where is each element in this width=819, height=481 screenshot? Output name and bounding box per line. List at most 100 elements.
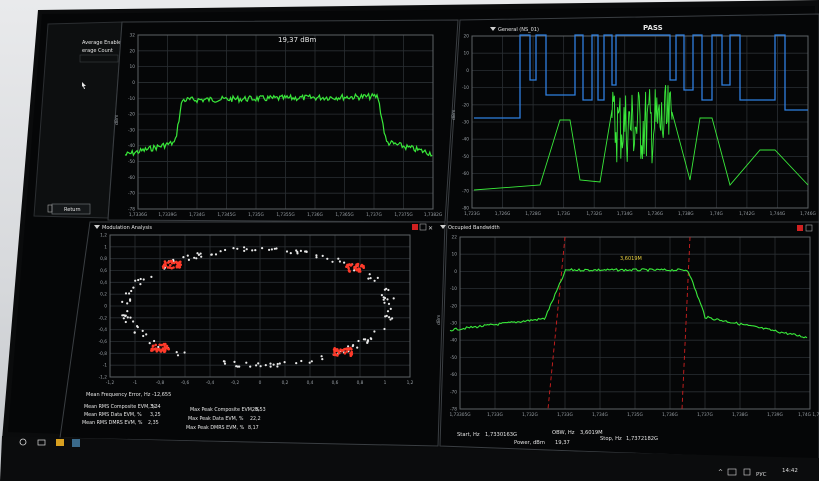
constellation-point [345,350,349,353]
constellation-point [321,358,324,361]
power-value: 19,37 [555,440,570,446]
constellation-point [347,345,350,348]
x-tick-label: 1,7339G [158,212,176,218]
x-tick-label: -1 [133,380,138,386]
constellation-point [162,266,165,270]
modulation-panel: Modulation Analysis ✕ 1,2 1 0,8 0,6 0,4 0,2 0 -… [59,221,446,447]
y-tick-label: -50 [128,159,135,165]
constellation-point [133,331,136,334]
constellation-point [349,346,352,350]
stat-label: Mean RMS Composite EVM, % [84,404,156,410]
constellation-point [236,365,239,368]
constellation-point [129,316,132,319]
x-tick-label: 1,746G [800,211,816,217]
stop-value: 1,7372182G [626,436,658,442]
constellation-point [124,292,128,295]
record-icon[interactable] [797,225,803,231]
constellation-point [157,345,160,349]
constellation-point [285,250,289,253]
stat-value: 22,2 [250,416,261,422]
y-tick-label: -20 [128,112,135,118]
constellation-point [383,288,386,291]
constellation-point [300,359,303,363]
constellation-point [245,248,248,251]
constellation-point [272,363,275,366]
constellation-point [388,316,391,319]
constellation-point [251,249,254,252]
constellation-point [364,338,367,341]
constellation-point [164,262,167,266]
constellation-point [338,260,341,263]
stat-label: Max Peak Data EVM, % [188,416,244,422]
constellation-point [332,353,336,357]
constellation-point [366,341,369,344]
y-tick-label: -70 [128,191,135,197]
y-tick-label: -80 [462,206,469,212]
constellation-point [128,292,131,295]
constellation-point [310,360,313,363]
constellation-point [269,362,272,365]
constellation-point [383,296,387,300]
constellation-point [268,248,271,251]
x-tick-label: -0,2 [231,380,240,386]
x-tick-label: -0,4 [206,380,215,386]
constellation-point [137,278,140,282]
constellation-point [214,253,218,256]
x-tick-label: 1,726G [495,211,511,217]
constellation-point [150,349,153,352]
constellation-point [357,339,360,343]
constellation-point [175,351,178,354]
x-tick-label: 1,73G [557,211,570,217]
constellation-point [320,355,323,358]
chevron-up-icon[interactable]: ^ [718,469,723,476]
constellation-point [132,320,135,323]
constellation-point [243,249,246,252]
start-value: 1,7330163G [485,432,517,438]
clock[interactable]: 14:42 [782,468,798,474]
y-tick-label: -40 [128,143,135,149]
constellation-point [391,317,394,320]
x-tick-label: 1,736G [647,211,663,217]
constellation-point [350,353,353,357]
constellation-point [139,277,142,281]
y-tick-label: -50 [450,355,457,361]
constellation-point [145,333,148,336]
x-tick-label: 1,74G [710,211,723,217]
y-tick-label: 0 [454,269,457,275]
constellation-point [387,302,391,305]
constellation-point [186,254,189,257]
language-indicator[interactable]: РУС [756,472,767,478]
close-icon[interactable]: ✕ [428,225,433,232]
y-tick-label: 0 [104,304,107,310]
stat-label: Mean RMS Data EVM, % [84,412,142,418]
stat-value: 8,17 [248,425,259,431]
constellation-point [383,327,386,331]
y-tick-label: 22 [452,235,458,241]
constellation-point [193,256,196,259]
constellation-point [299,249,302,252]
constellation-point [122,314,125,317]
constellation-point [183,351,186,354]
obw-label: OBW, Hz [552,430,575,436]
y-tick-label: -0,8 [99,351,108,357]
constellation-point [295,362,298,365]
constellation-point [182,256,185,259]
y-tick-label: -10 [450,286,457,292]
constellation-point [380,294,383,297]
constellation-point [352,344,355,347]
app-icon[interactable] [56,439,64,446]
constellation-point [368,273,371,276]
y-tick-label: 20 [130,48,136,54]
constellation-point [353,269,356,272]
record-icon[interactable] [412,224,418,230]
constellation-point [236,247,239,250]
constellation-point [176,354,180,357]
constellation-point [155,350,159,353]
y-tick-label: -78 [128,207,135,213]
constellation-point [347,264,350,267]
evm-stats-right: Max Peak Composite EVM, % 28,53 Max Peak… [186,407,266,431]
x-tick-label: 1,2 [407,380,414,386]
constellation-point [283,361,286,364]
app-icon-active[interactable] [72,439,80,447]
constellation-point [326,257,329,260]
